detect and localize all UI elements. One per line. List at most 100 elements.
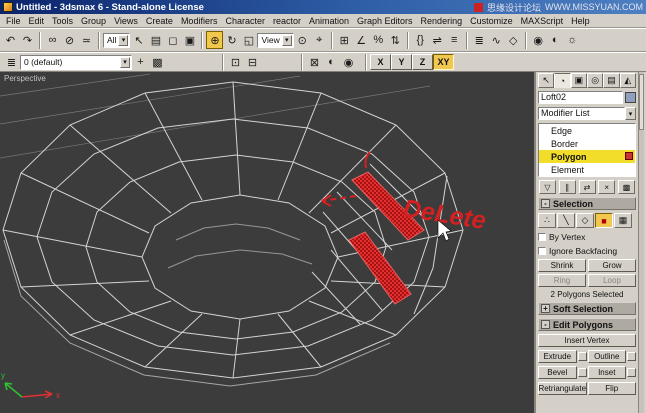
object-color-swatch[interactable] <box>625 92 636 103</box>
vertex-mode-icon[interactable]: ∴ <box>538 213 556 228</box>
edge-mode-icon[interactable]: ╲ <box>557 213 575 228</box>
use-pivot-center-icon[interactable]: ⊙ <box>294 31 311 49</box>
menu-item-character[interactable]: Character <box>221 16 269 26</box>
chevron-down-icon[interactable]: ▾ <box>625 107 636 120</box>
polygon-mode-icon[interactable]: ■ <box>595 213 613 228</box>
align-icon[interactable]: ≡ <box>446 31 463 49</box>
menu-item-reactor[interactable]: reactor <box>269 16 305 26</box>
menu-item-customize[interactable]: Customize <box>466 16 517 26</box>
bevel-button[interactable]: Bevel <box>538 366 577 379</box>
by-vertex-checkbox[interactable] <box>538 232 546 241</box>
ring-button[interactable]: Ring <box>538 274 586 287</box>
render-scene-icon[interactable]: ◐ <box>547 31 564 49</box>
axis-constraint-z-button[interactable]: Z <box>412 54 433 70</box>
layers-icon[interactable]: ≣ <box>3 55 20 70</box>
link-icon[interactable]: ∞ <box>44 31 61 49</box>
pin-stack-button[interactable]: ▽ <box>539 180 556 194</box>
named-selection-sets-icon[interactable]: {} <box>412 31 429 49</box>
menu-item-maxscript[interactable]: MAXScript <box>517 16 568 26</box>
curve-editor-icon[interactable]: ∿ <box>488 31 505 49</box>
select-and-scale-icon[interactable]: ◱ <box>240 31 257 49</box>
tab-display[interactable]: ▤ <box>603 73 620 88</box>
menu-item-help[interactable]: Help <box>567 16 594 26</box>
retriangulate-button[interactable]: Retriangulate <box>538 382 587 395</box>
unlink-icon[interactable]: ⊘ <box>61 31 78 49</box>
layer-manager-icon[interactable]: ≣ <box>471 31 488 49</box>
grow-button[interactable]: Grow <box>588 259 636 272</box>
stack-row-border[interactable]: Border <box>539 137 635 150</box>
stack-row-edge[interactable]: Edge <box>539 124 635 137</box>
tab-create[interactable]: ↖ <box>538 73 555 88</box>
menu-item-tools[interactable]: Tools <box>48 16 77 26</box>
border-mode-icon[interactable]: ◇ <box>576 213 594 228</box>
angle-snap-icon[interactable]: ∠ <box>353 31 370 49</box>
flip-button[interactable]: Flip <box>587 382 636 395</box>
menu-item-create[interactable]: Create <box>142 16 177 26</box>
insert-vertex-button[interactable]: Insert Vertex <box>538 334 636 347</box>
axis-constraint-xy-button[interactable]: XY <box>433 54 454 70</box>
menu-item-edit[interactable]: Edit <box>25 16 49 26</box>
select-and-rotate-icon[interactable]: ↻ <box>223 31 240 49</box>
toolbar-extra-icon[interactable]: ⊟ <box>244 55 261 70</box>
undo-icon[interactable]: ↶ <box>2 31 19 49</box>
menu-item-graph-editors[interactable]: Graph Editors <box>353 16 417 26</box>
menu-item-animation[interactable]: Animation <box>305 16 353 26</box>
select-and-move-icon[interactable]: ⊕ <box>206 31 224 49</box>
percent-snap-icon[interactable]: % <box>370 31 387 49</box>
loop-button[interactable]: Loop <box>588 274 636 287</box>
schematic-view-icon[interactable]: ◇ <box>505 31 522 49</box>
menu-item-group[interactable]: Group <box>77 16 110 26</box>
rollout-selection-header[interactable]: - Selection <box>538 197 636 210</box>
toolbar-extra-icon[interactable]: ⊡ <box>227 55 244 70</box>
inset-button[interactable]: Inset <box>587 366 626 379</box>
mirror-icon[interactable]: ⇌ <box>429 31 446 49</box>
panel-scrollbar[interactable] <box>638 72 644 413</box>
rollout-edit-polygons-header[interactable]: - Edit Polygons <box>538 318 636 331</box>
menu-item-file[interactable]: File <box>2 16 25 26</box>
toolbar-extra-icon[interactable]: ⊠ <box>306 55 323 70</box>
menu-item-views[interactable]: Views <box>110 16 142 26</box>
material-editor-icon[interactable]: ◉ <box>530 31 547 49</box>
show-end-result-button[interactable]: ∥ <box>558 180 576 194</box>
quick-render-icon[interactable]: ☼ <box>564 31 581 49</box>
axis-constraint-x-button[interactable]: X <box>370 54 391 70</box>
region-select-icon[interactable]: ◻ <box>164 31 181 49</box>
bevel-settings-button[interactable] <box>577 368 587 377</box>
bind-to-spacewarp-icon[interactable]: ≃ <box>78 31 95 49</box>
create-layer-icon[interactable]: + <box>132 55 149 70</box>
snap-toggle-icon[interactable]: ⊞ <box>336 31 353 49</box>
modifier-list-dropdown[interactable]: Modifier List <box>538 107 625 120</box>
extrude-button[interactable]: Extrude <box>538 350 577 363</box>
perspective-viewport[interactable]: Perspective DeLete x y <box>0 72 536 413</box>
configure-stack-button[interactable]: ▩ <box>618 180 635 194</box>
inset-settings-button[interactable] <box>627 368 636 377</box>
spinner-snap-icon[interactable]: ⇅ <box>387 31 404 49</box>
shrink-button[interactable]: Shrink <box>538 259 586 272</box>
reference-coordsys-dropdown[interactable]: View ▾ <box>257 32 294 48</box>
window-crossing-icon[interactable]: ▣ <box>181 31 198 49</box>
layer-list-dropdown[interactable]: 0 (default) ▾ <box>20 54 132 70</box>
stack-row-element[interactable]: Element <box>539 163 635 176</box>
extrude-settings-button[interactable] <box>577 352 587 361</box>
viewport-label[interactable]: Perspective <box>4 74 46 83</box>
tab-utilities[interactable]: ◭ <box>619 73 636 88</box>
ignore-backfacing-checkbox[interactable] <box>538 246 546 255</box>
rollout-soft-selection-header[interactable]: + Soft Selection <box>538 302 636 315</box>
selection-filter-dropdown[interactable]: All ▾ <box>103 32 131 48</box>
menu-item-rendering[interactable]: Rendering <box>417 16 467 26</box>
render-last-icon[interactable]: ◐ <box>323 55 340 70</box>
layer-properties-icon[interactable]: ▩ <box>149 55 166 70</box>
object-name-field[interactable]: Loft02 <box>538 91 623 104</box>
panel-scrollbar-thumb[interactable] <box>639 74 644 130</box>
tab-hierarchy[interactable]: ▣ <box>570 73 587 88</box>
outline-settings-button[interactable] <box>627 352 636 361</box>
select-object-icon[interactable]: ↖ <box>130 31 147 49</box>
viewport-canvas[interactable]: DeLete x y <box>0 72 536 413</box>
select-and-manipulate-icon[interactable]: ⌖ <box>311 31 328 49</box>
make-unique-button[interactable]: ⇄ <box>578 180 596 194</box>
tab-motion[interactable]: ◎ <box>586 73 604 88</box>
remove-modifier-button[interactable]: × <box>598 180 616 194</box>
redo-icon[interactable]: ↷ <box>19 31 36 49</box>
stack-row-polygon[interactable]: Polygon <box>539 150 635 163</box>
tab-modify[interactable]: ◔ <box>554 73 571 88</box>
